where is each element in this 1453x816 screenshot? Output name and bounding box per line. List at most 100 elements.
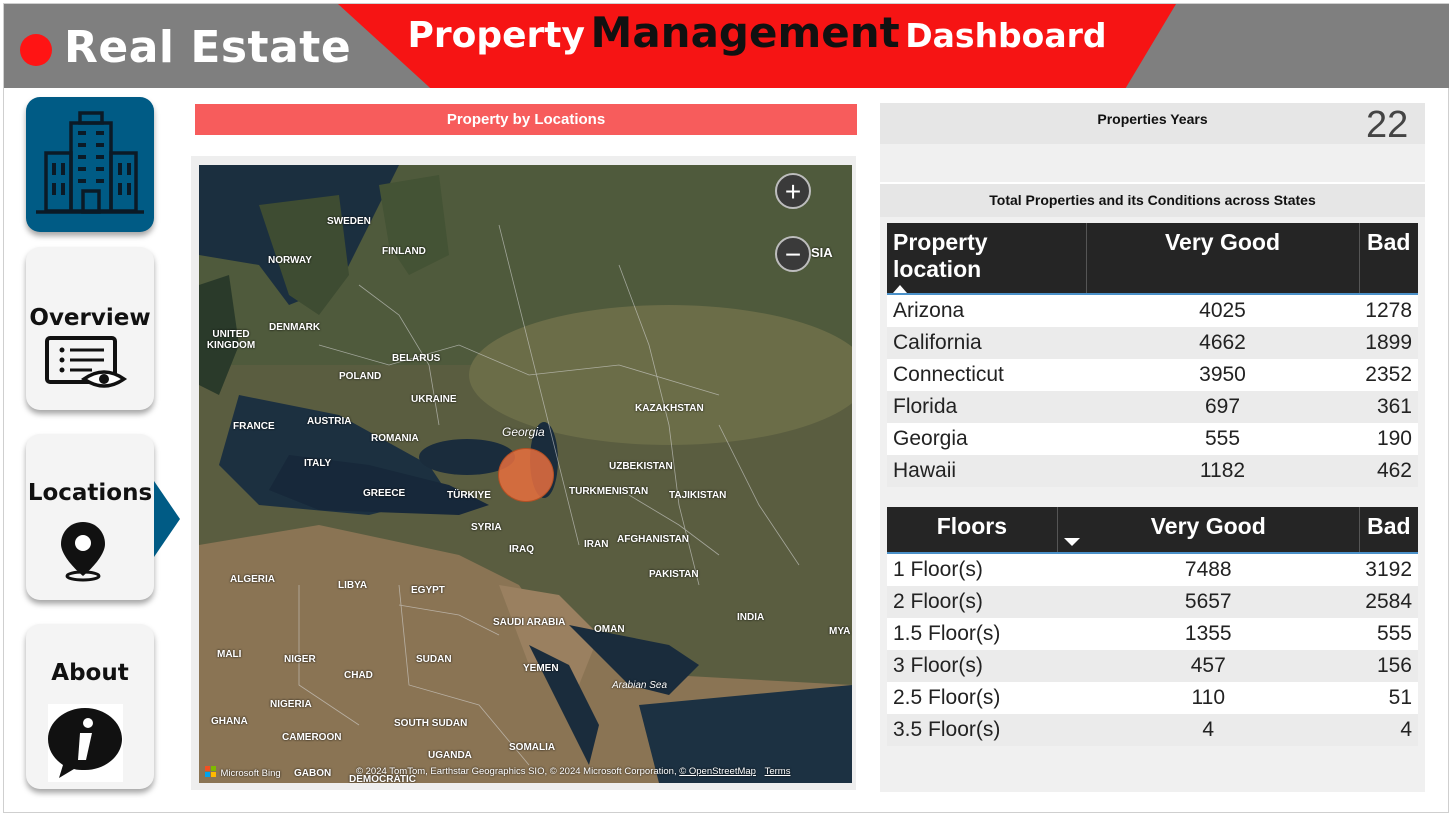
map-label-south-sudan: SOUTH SUDAN xyxy=(394,718,468,729)
state-name: Arizona xyxy=(887,294,1086,327)
nav-logo-tile xyxy=(26,97,154,232)
map-label-uganda: UGANDA xyxy=(428,750,472,761)
kpi-label: Properties Years xyxy=(1097,111,1208,127)
table-row[interactable]: 1.5 Floor(s) 1355 555 xyxy=(887,618,1418,650)
bad-count: 1899 xyxy=(1359,327,1418,359)
zoom-in-button[interactable]: + xyxy=(775,173,811,209)
floors-table-header: Floors Very Good Bad xyxy=(887,507,1418,553)
page-title-part3: Dashboard xyxy=(905,16,1107,55)
title-banner: Property Management Dashboard xyxy=(338,4,1176,88)
map-label-uk: UNITED KINGDOM xyxy=(206,329,256,351)
map-label-iraq: IRAQ xyxy=(509,544,534,555)
osm-link[interactable]: © OpenStreetMap xyxy=(679,766,756,777)
very-good-count: 5657 xyxy=(1057,586,1360,618)
nav-about-button[interactable]: About xyxy=(26,624,154,789)
table-row[interactable]: Georgia 555 190 xyxy=(887,423,1418,455)
map-label-india: INDIA xyxy=(737,612,765,623)
table-row[interactable]: Florida 697 361 xyxy=(887,391,1418,423)
very-good-count: 4025 xyxy=(1086,294,1359,327)
map-label-belarus: BELARUS xyxy=(392,353,441,364)
map-label-sweden: SWEDEN xyxy=(327,216,371,227)
table-row[interactable]: 1 Floor(s) 7488 3192 xyxy=(887,553,1418,586)
map-label-ghana: GHANA xyxy=(211,716,248,727)
table-row[interactable]: 2 Floor(s) 5657 2584 xyxy=(887,586,1418,618)
state-name: Georgia xyxy=(887,423,1086,455)
bing-logo: Microsoft Bing xyxy=(205,763,281,781)
very-good-count: 555 xyxy=(1086,423,1359,455)
column-header-very-good[interactable]: Very Good xyxy=(1086,223,1360,294)
map-label-saudi-arabia: SAUDI ARABIA xyxy=(493,617,566,628)
map-label-libya: LIBYA xyxy=(338,580,368,591)
table-row[interactable]: Arizona 4025 1278 xyxy=(887,294,1418,327)
map-label-denmark: DENMARK xyxy=(269,322,321,333)
bad-count: 2352 xyxy=(1359,359,1418,391)
floor-name: 3 Floor(s) xyxy=(887,650,1058,682)
column-header-location[interactable]: Property location xyxy=(887,223,1087,294)
very-good-count: 4 xyxy=(1057,714,1360,746)
attribution-text: © 2024 TomTom, Earthstar Geographics SIO… xyxy=(356,766,677,777)
bing-text: Microsoft Bing xyxy=(220,768,281,779)
bad-count: 462 xyxy=(1359,455,1418,487)
bad-count: 2584 xyxy=(1359,586,1418,618)
zoom-out-button[interactable]: − xyxy=(775,236,811,272)
kpi-value: 22 xyxy=(1366,104,1409,146)
column-header-floors[interactable]: Floors xyxy=(887,507,1058,553)
map-label-austria: AUSTRIA xyxy=(307,416,352,427)
floor-name: 1 Floor(s) xyxy=(887,553,1058,586)
georgia-bubble[interactable] xyxy=(498,448,554,502)
map-label-niger: NIGER xyxy=(284,654,316,665)
map-label-poland: POLAND xyxy=(339,371,382,382)
map-attribution: © 2024 TomTom, Earthstar Geographics SIO… xyxy=(356,766,790,777)
bad-count: 1278 xyxy=(1359,294,1418,327)
map-label-gabon: GABON xyxy=(294,768,332,779)
map-label-iran: IRAN xyxy=(584,539,609,550)
state-name: California xyxy=(887,327,1086,359)
table-row[interactable]: 3 Floor(s) 457 156 xyxy=(887,650,1418,682)
map-label-arabian-sea: Arabian Sea xyxy=(612,680,668,691)
kpi-spacer xyxy=(880,144,1425,182)
table-row[interactable]: 3.5 Floor(s) 4 4 xyxy=(887,714,1418,746)
nav-overview-button[interactable]: Overview xyxy=(26,247,154,410)
map-label-italy: ITALY xyxy=(304,458,332,469)
map-label-romania: ROMANIA xyxy=(371,433,419,444)
table-row[interactable]: California 4662 1899 xyxy=(887,327,1418,359)
bad-count: 51 xyxy=(1359,682,1418,714)
map-label-kazakhstan: KAZAKHSTAN xyxy=(635,403,704,414)
floor-name: 3.5 Floor(s) xyxy=(887,714,1058,746)
floor-name: 2.5 Floor(s) xyxy=(887,682,1058,714)
page-title-part2: Management xyxy=(590,8,900,57)
states-table-title: Total Properties and its Conditions acro… xyxy=(880,184,1425,217)
map-label-egypt: EGYPT xyxy=(411,585,445,596)
state-name: Florida xyxy=(887,391,1086,423)
table-row[interactable]: 2.5 Floor(s) 110 51 xyxy=(887,682,1418,714)
very-good-count: 1182 xyxy=(1086,455,1359,487)
terms-link[interactable]: Terms xyxy=(765,766,791,777)
map-label-oman: OMAN xyxy=(594,624,625,635)
table-row[interactable]: Connecticut 3950 2352 xyxy=(887,359,1418,391)
map-label-norway: NORWAY xyxy=(268,255,312,266)
column-header-bad[interactable]: Bad xyxy=(1359,223,1418,294)
column-header-bad[interactable]: Bad xyxy=(1359,507,1418,553)
active-nav-indicator xyxy=(154,481,180,557)
kpi-card: Properties Years xyxy=(880,103,1425,144)
map-title: Property by Locations xyxy=(195,104,857,135)
info-bubble-icon xyxy=(48,704,123,782)
very-good-count: 697 xyxy=(1086,391,1359,423)
floor-name: 1.5 Floor(s) xyxy=(887,618,1058,650)
map-label-chad: CHAD xyxy=(344,670,373,681)
states-table-header: Property location Very Good Bad xyxy=(887,223,1418,294)
bad-count: 3192 xyxy=(1359,553,1418,586)
map-label-syria: SYRIA xyxy=(471,522,502,533)
column-header-very-good[interactable]: Very Good xyxy=(1057,507,1360,553)
brand-title: Real Estate xyxy=(64,22,352,73)
map-label-algeria: ALGERIA xyxy=(230,574,275,585)
microsoft-logo-icon xyxy=(205,766,216,778)
map-label-greece: GREECE xyxy=(363,488,406,499)
very-good-count: 4662 xyxy=(1086,327,1359,359)
map-label-turkiye: TÜRKIYE xyxy=(447,490,491,501)
map-label-pakistan: PAKISTAN xyxy=(649,569,699,580)
bad-count: 4 xyxy=(1359,714,1418,746)
floors-table: Floors Very Good Bad 1 Floor(s) 7488 3192 … xyxy=(887,507,1418,746)
table-row[interactable]: Hawaii 1182 462 xyxy=(887,455,1418,487)
nav-locations-button[interactable]: Locations xyxy=(26,434,154,600)
